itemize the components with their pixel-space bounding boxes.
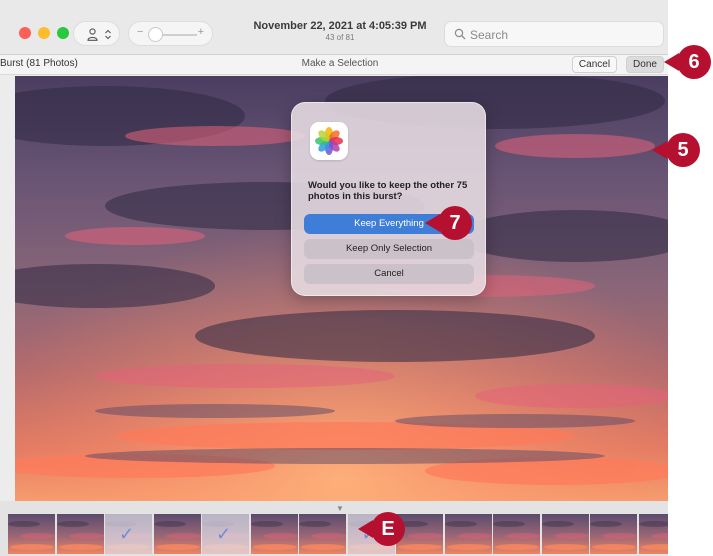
keep-only-selection-button[interactable]: Keep Only Selection	[304, 239, 474, 259]
thumbnail-selected-overlay: ✓	[105, 514, 152, 554]
zoom-slider[interactable]: − +	[128, 21, 213, 46]
callout-5-pointer	[652, 141, 667, 159]
photos-window: − + November 22, 2021 at 4:05:39 PM 43 o…	[0, 0, 668, 556]
burst-thumbnail[interactable]	[590, 514, 637, 554]
minimize-window-button[interactable]	[38, 27, 50, 39]
cancel-button[interactable]: Cancel	[572, 56, 617, 73]
checkmark-icon: ✓	[216, 524, 232, 544]
people-menu-button[interactable]	[73, 21, 120, 46]
burst-thumbnail[interactable]	[8, 514, 55, 554]
zoom-knob[interactable]	[148, 27, 163, 42]
burst-thumbnail[interactable]	[299, 514, 346, 554]
keep-burst-dialog: Would you like to keep the other 75 phot…	[291, 102, 486, 296]
photo-count: 43 of 81	[325, 33, 355, 42]
burst-selection-bar: Burst (81 Photos) Make a Selection Cance…	[0, 55, 668, 75]
photo-date: November 22, 2021 at 4:05:39 PM	[253, 20, 427, 32]
zoom-in-label: +	[197, 26, 204, 38]
close-window-button[interactable]	[19, 27, 31, 39]
burst-thumbnail[interactable]	[493, 514, 540, 554]
photos-app-icon	[310, 122, 348, 160]
burst-thumbnail[interactable]: ✓	[105, 514, 152, 554]
burst-filmstrip: ▼ ✓ ✓ ✓	[0, 501, 668, 556]
search-icon	[454, 28, 466, 40]
checkmark-icon: ✓	[119, 524, 135, 544]
person-icon	[87, 28, 98, 41]
make-selection-title: Make a Selection	[301, 58, 379, 69]
callout-7: 7	[438, 206, 472, 240]
zoom-out-label: −	[137, 26, 144, 38]
burst-thumbnail[interactable]	[638, 514, 668, 554]
done-button[interactable]: Done	[626, 56, 664, 73]
burst-thumbnail[interactable]	[56, 514, 104, 554]
burst-thumbnail[interactable]: ✓	[202, 514, 249, 554]
burst-thumbnail[interactable]	[153, 514, 201, 554]
burst-thumbnail[interactable]	[541, 514, 589, 554]
search-field[interactable]: Search	[444, 21, 664, 47]
burst-thumbnail[interactable]	[250, 514, 298, 554]
search-placeholder: Search	[470, 28, 509, 42]
updown-chevron-icon	[105, 29, 111, 40]
burst-thumbnail[interactable]	[444, 514, 492, 554]
callout-6: 6	[677, 45, 711, 79]
callout-5: 5	[666, 133, 700, 167]
title-bar: − + November 22, 2021 at 4:05:39 PM 43 o…	[0, 0, 668, 55]
dialog-cancel-button[interactable]: Cancel	[304, 264, 474, 284]
burst-label: Burst (81 Photos)	[0, 58, 78, 69]
dialog-message: Would you like to keep the other 75 phot…	[308, 180, 468, 202]
thumbnail-selected-overlay: ✓	[202, 514, 249, 554]
callout-e: E	[371, 512, 405, 546]
selection-indicator-arrow: ▼	[336, 504, 344, 513]
fullscreen-window-button[interactable]	[57, 27, 69, 39]
